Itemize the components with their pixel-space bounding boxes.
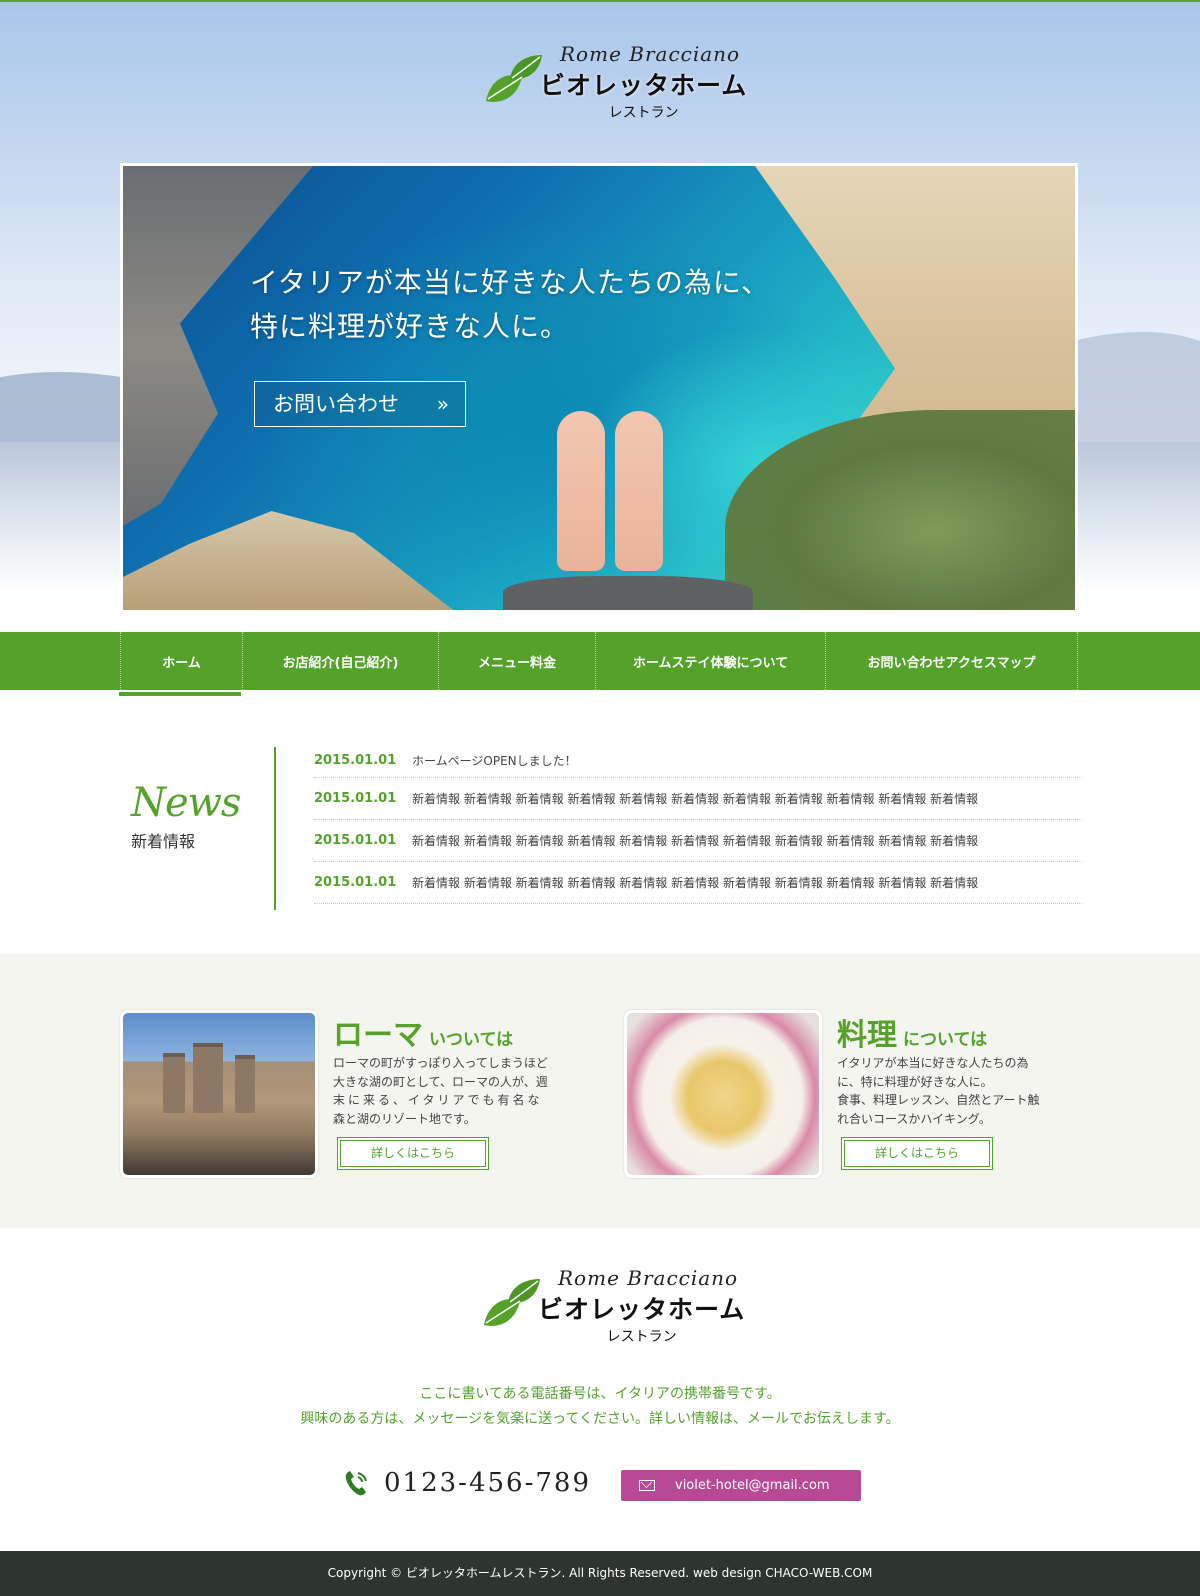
rome-town-image	[120, 1010, 318, 1178]
news-item[interactable]: 2015.01.01 ホームページOPENしました！	[314, 744, 1082, 778]
news-text: 新着情報 新着情報 新着情報 新着情報 新着情報 新着情報 新着情報 新着情報 …	[412, 792, 979, 806]
feature-description: ローマの町がすっぽり入ってしまうほど 大きな湖の町として、ローマの人が、週 末に…	[333, 1056, 548, 1126]
logo-subtitle: Rome Bracciano	[558, 1266, 739, 1290]
logo-name: ビオレッタホーム	[540, 71, 748, 100]
feature-description: イタリアが本当に好きな人たちの為 に、特に料理が好きな人に。 食事、料理レッスン…	[837, 1056, 1040, 1126]
news-text: ホームページOPENしました！	[412, 754, 577, 768]
feature-cuisine: 料理 については イタリアが本当に好きな人たちの為 に、特に料理が好きな人に。 食…	[624, 1010, 1084, 1180]
logo-name: ビオレッタホーム	[538, 1295, 746, 1324]
phone-contact[interactable]: 0123-456-789	[344, 1468, 591, 1498]
mail-icon	[639, 1480, 655, 1491]
hero-section: Rome Bracciano ビオレッタホーム レストラン イタリアが本当に好き…	[0, 0, 1200, 630]
site-logo[interactable]: Rome Bracciano ビオレッタホーム レストラン	[482, 42, 747, 122]
news-item[interactable]: 2015.01.01 新着情報 新着情報 新着情報 新着情報 新着情報 新着情報…	[314, 778, 1082, 820]
slider-feet	[503, 411, 753, 610]
green-leaves-icon	[480, 1275, 542, 1337]
nav-item-menu[interactable]: メニュー料金	[438, 632, 595, 690]
nav-item-homestay[interactable]: ホームステイ体験について	[595, 632, 825, 690]
more-details-button[interactable]: 詳しくはこちら	[337, 1137, 489, 1170]
nav-item-home[interactable]: ホーム	[120, 632, 242, 690]
news-divider	[274, 747, 276, 910]
slider-rock	[123, 511, 453, 610]
feature-title: 料理 については	[837, 1018, 988, 1053]
email-button[interactable]: violet-hotel@gmail.com	[621, 1470, 861, 1501]
logo-subtitle: Rome Bracciano	[560, 42, 741, 66]
phone-icon	[344, 1469, 368, 1497]
pasta-dish-image	[624, 1010, 822, 1178]
email-address: violet-hotel@gmail.com	[675, 1478, 830, 1493]
hero-slider: イタリアが本当に好きな人たちの為に、 特に料理が好きな人に。 お問い合わせ »	[120, 163, 1078, 613]
feature-title: ローマ いついては	[333, 1018, 514, 1053]
more-details-button[interactable]: 詳しくはこちら	[841, 1137, 993, 1170]
footer-logo[interactable]: Rome Bracciano ビオレッタホーム レストラン	[480, 1266, 745, 1346]
slider-bushes	[725, 410, 1075, 610]
news-text: 新着情報 新着情報 新着情報 新着情報 新着情報 新着情報 新着情報 新着情報 …	[412, 834, 979, 848]
news-date: 2015.01.01	[314, 875, 397, 890]
news-text: 新着情報 新着情報 新着情報 新着情報 新着情報 新着情報 新着情報 新着情報 …	[412, 876, 979, 890]
phone-number: 0123-456-789	[384, 1468, 591, 1498]
nav-item-contact-access[interactable]: お問い合わせアクセスマップ	[825, 632, 1078, 690]
news-date: 2015.01.01	[314, 833, 397, 848]
footer-message: ここに書いてある電話番号は、イタリアの携帯番号です。 興味のある方は、メッセージ…	[300, 1386, 900, 1427]
logo-tagline: レストラン	[608, 105, 679, 121]
news-list: 2015.01.01 ホームページOPENしました！ 2015.01.01 新着…	[314, 744, 1082, 904]
green-leaves-icon	[482, 51, 544, 113]
nav-item-about[interactable]: お店紹介(自己紹介)	[242, 632, 438, 690]
news-item[interactable]: 2015.01.01 新着情報 新着情報 新着情報 新着情報 新着情報 新着情報…	[314, 862, 1082, 904]
double-chevron-right-icon: »	[436, 392, 449, 416]
news-title-ja: 新着情報	[131, 832, 196, 851]
news-title-en: News	[131, 780, 241, 826]
nav-active-indicator	[119, 692, 241, 696]
features-section: ローマ いついては ローマの町がすっぽり入ってしまうほど 大きな湖の町として、ロー…	[0, 954, 1200, 1228]
copyright-bar: Copyright © ビオレッタホームレストラン. All Rights Re…	[0, 1551, 1200, 1596]
news-date: 2015.01.01	[314, 753, 397, 768]
news-item[interactable]: 2015.01.01 新着情報 新着情報 新着情報 新着情報 新着情報 新着情報…	[314, 820, 1082, 862]
logo-tagline: レストラン	[606, 1329, 677, 1345]
main-nav: ホーム お店紹介(自己紹介) メニュー料金 ホームステイ体験について お問い合わ…	[0, 632, 1200, 690]
feature-rome: ローマ いついては ローマの町がすっぽり入ってしまうほど 大きな湖の町として、ロー…	[120, 1010, 580, 1180]
news-heading: News 新着情報	[131, 780, 241, 852]
news-date: 2015.01.01	[314, 791, 397, 806]
contact-button[interactable]: お問い合わせ »	[254, 381, 466, 427]
slider-heading: イタリアが本当に好きな人たちの為に、 特に料理が好きな人に。	[250, 266, 771, 343]
